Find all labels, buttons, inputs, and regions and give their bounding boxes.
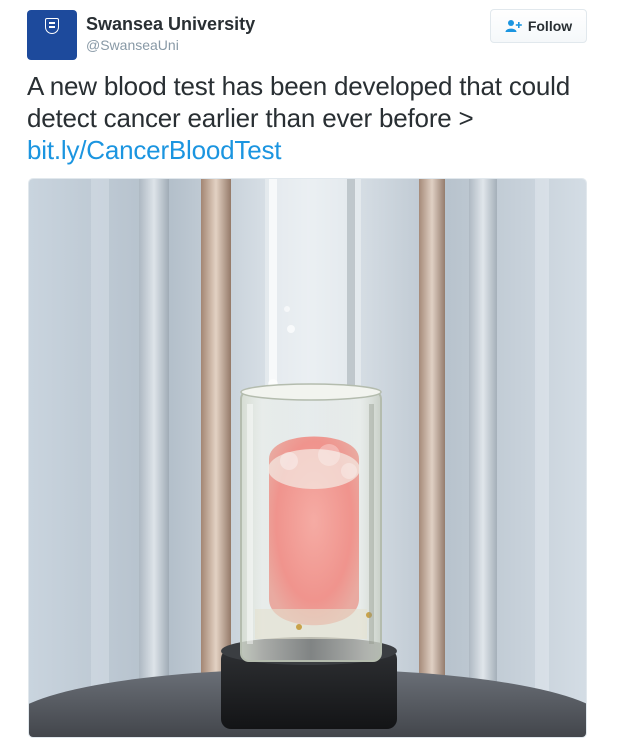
tweet-card: Swansea University @SwanseaUni Follow A …	[0, 0, 617, 750]
user-handle[interactable]: @SwanseaUni	[86, 37, 179, 53]
tweet-photo[interactable]	[28, 178, 587, 738]
user-add-icon	[505, 19, 523, 33]
university-crest-icon	[45, 18, 59, 34]
tweet-body: A new blood test has been developed that…	[27, 71, 570, 133]
test-tube-photo	[29, 179, 586, 737]
tweet-text: A new blood test has been developed that…	[27, 70, 597, 166]
avatar[interactable]	[27, 10, 77, 60]
display-name[interactable]: Swansea University	[86, 13, 255, 35]
follow-button[interactable]: Follow	[490, 9, 587, 43]
tweet-link[interactable]: bit.ly/CancerBloodTest	[27, 135, 281, 165]
follow-button-label: Follow	[527, 18, 573, 34]
